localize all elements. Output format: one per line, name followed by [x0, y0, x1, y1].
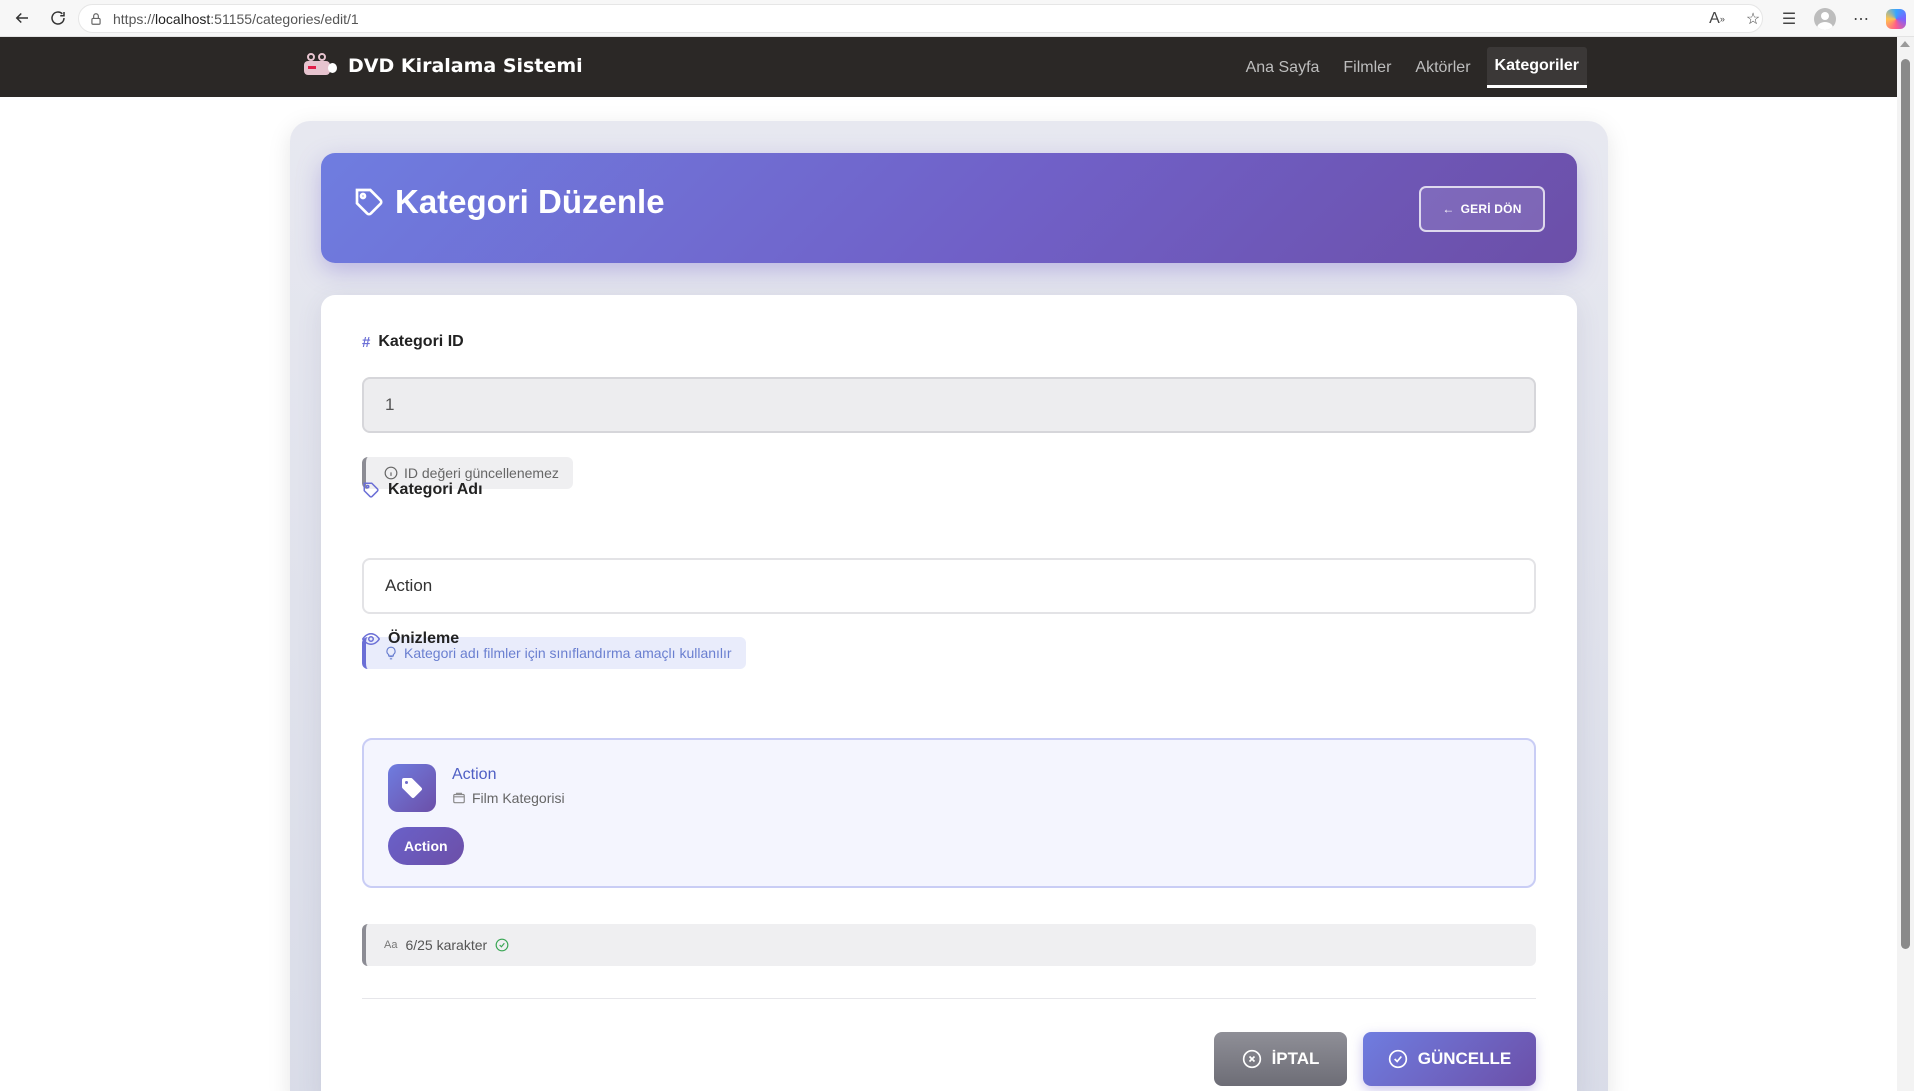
character-counter: Aa 6/25 karakter: [362, 924, 1536, 966]
cancel-button-label: İPTAL: [1271, 1049, 1320, 1068]
preview-subtitle: Film Kategorisi: [452, 790, 565, 806]
preview-subtitle-text: Film Kategorisi: [472, 790, 565, 806]
folder-icon: [453, 792, 465, 804]
category-preview: Action Film Kategorisi Action: [362, 738, 1536, 888]
address-bar[interactable]: https://localhost:51155/categories/edit/…: [78, 4, 1763, 33]
lightbulb-icon: [386, 646, 396, 660]
category-id-value: 1: [385, 395, 395, 414]
category-id-label: # Kategori ID: [362, 333, 464, 351]
scroll-up-arrow-icon[interactable]: [1900, 41, 1910, 47]
form-divider: [362, 998, 1536, 999]
character-count-text: 6/25 karakter: [405, 937, 488, 953]
arrow-left-icon: ←: [1442, 202, 1455, 216]
lock-icon: [91, 12, 101, 25]
back-button-label: GERİ DÖN: [1460, 202, 1522, 216]
eye-icon: [362, 632, 380, 646]
text-size-icon: Aa: [384, 939, 398, 951]
nav-link-actors[interactable]: Aktörler: [1407, 49, 1478, 87]
back-arrow-icon[interactable]: [8, 4, 36, 32]
check-circle-icon: [495, 938, 509, 952]
page-header: Kategori Düzenle ← GERİ DÖN: [321, 153, 1577, 263]
category-id-label-text: Kategori ID: [378, 333, 464, 350]
copilot-icon[interactable]: [1886, 8, 1906, 29]
read-aloud-icon[interactable]: A»: [1706, 8, 1728, 30]
preview-label-text: Önizleme: [388, 630, 460, 647]
favorite-star-icon[interactable]: ☆: [1742, 8, 1764, 30]
hash-icon: #: [362, 333, 371, 351]
category-name-label-text: Kategori Adı: [388, 481, 483, 498]
back-button[interactable]: ← GERİ DÖN: [1419, 186, 1545, 232]
brand-title: DVD Kiralama Sistemi: [348, 55, 583, 77]
category-name-input[interactable]: Action: [362, 558, 1536, 614]
favorites-list-icon[interactable]: ☰: [1778, 8, 1800, 30]
close-circle-icon: [1242, 1049, 1261, 1069]
category-name-value: Action: [385, 576, 433, 595]
page-scrollbar[interactable]: [1897, 37, 1914, 1091]
preview-badge: Action: [388, 827, 464, 865]
category-id-field[interactable]: 1: [362, 377, 1536, 433]
camera-logo-icon: [302, 51, 338, 81]
cancel-button[interactable]: İPTAL: [1214, 1032, 1347, 1086]
update-button[interactable]: GÜNCELLE: [1363, 1032, 1536, 1086]
profile-avatar-icon[interactable]: [1814, 7, 1836, 30]
nav-link-home[interactable]: Ana Sayfa: [1238, 49, 1328, 87]
url-host: localhost: [155, 10, 211, 27]
url-path: :51155/categories/edit/1: [210, 10, 359, 27]
preview-label: Önizleme: [362, 630, 459, 648]
update-button-label: GÜNCELLE: [1417, 1049, 1512, 1068]
app-navbar: DVD Kiralama Sistemi Ana Sayfa Filmler A…: [0, 37, 1897, 97]
tag-icon: [355, 188, 383, 216]
info-icon: [384, 466, 398, 480]
nav-link-films[interactable]: Filmler: [1335, 49, 1399, 87]
scroll-thumb[interactable]: [1901, 59, 1910, 949]
category-name-label: Kategori Adı: [362, 481, 483, 499]
preview-tag-icon: [388, 764, 436, 812]
page-title-text: Kategori Düzenle: [395, 183, 665, 220]
brand[interactable]: DVD Kiralama Sistemi: [302, 51, 583, 81]
nav-link-categories[interactable]: Kategoriler: [1486, 47, 1587, 88]
edit-form: # Kategori ID 1 ID değeri güncellenemez …: [321, 295, 1577, 1091]
page-title: Kategori Düzenle: [353, 183, 665, 221]
browser-toolbar: https://localhost:51155/categories/edit/…: [0, 0, 1914, 37]
tag-outline-icon: [363, 482, 379, 498]
check-circle-icon: [1388, 1049, 1407, 1069]
more-menu-icon[interactable]: ⋯: [1850, 8, 1872, 30]
url-scheme: https://: [113, 10, 156, 27]
id-hint-text: ID değeri güncellenemez: [404, 465, 559, 481]
reload-icon[interactable]: [44, 4, 72, 32]
preview-category-name: Action: [452, 766, 497, 783]
